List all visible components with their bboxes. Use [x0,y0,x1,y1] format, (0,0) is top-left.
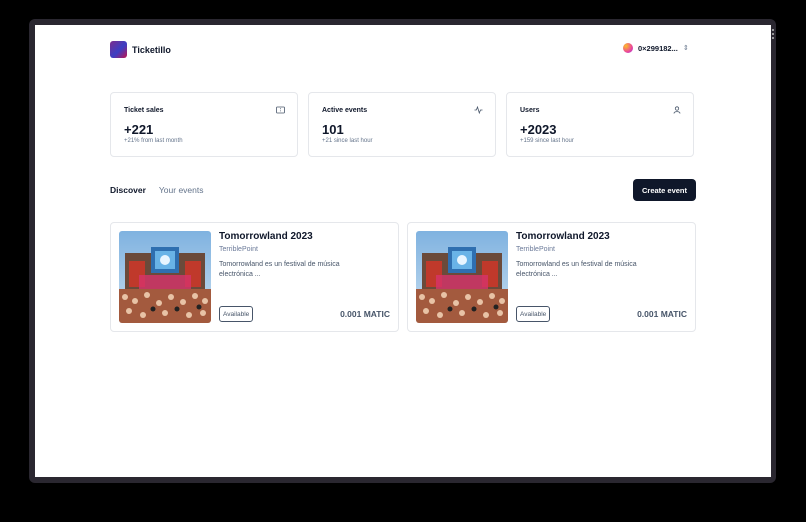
user-icon [673,106,681,116]
stat-value: 101 [322,122,344,137]
event-card[interactable]: Tomorrowland 2023 TerriblePoint Tomorrow… [110,222,399,332]
stat-title: Users [520,107,540,114]
wallet-avatar [623,43,633,53]
event-price: 0.001 MATIC [340,309,390,319]
event-organizer: TerriblePoint [516,246,555,253]
event-title[interactable]: Tomorrowland 2023 [219,231,313,242]
stat-subtext: +159 since last hour [520,138,574,144]
event-description: Tomorrowland es un festival de música el… [219,261,340,278]
stat-card-users: Users +2023 +159 since last hour [506,92,694,157]
stat-title: Ticket sales [124,107,164,114]
event-card[interactable]: Tomorrowland 2023 TerriblePoint Tomorrow… [407,222,696,332]
event-title[interactable]: Tomorrowland 2023 [516,231,610,242]
wallet-selector[interactable]: 0×299182... ⇕ [623,43,689,53]
stat-card-ticket-sales: Ticket sales +221 +21% from last month [110,92,298,157]
stat-subtext: +21 since last hour [322,138,373,144]
status-badge: Available [516,306,551,322]
activity-icon [474,105,483,116]
chevron-up-down-icon: ⇕ [682,45,689,52]
event-tabs: Discover Your events [110,185,204,195]
window-menu-dots [772,29,774,31]
stat-subtext: +21% from last month [124,138,183,144]
status-badge: Available [219,306,254,322]
brand[interactable]: Ticketillo [110,41,171,58]
app-logo [110,41,127,58]
event-image [416,231,508,323]
event-image [119,231,211,323]
event-description: Tomorrowland es un festival de música el… [516,261,637,278]
stat-card-active-events: Active events 101 +21 since last hour [308,92,496,157]
app-screen: Ticketillo 0×299182... ⇕ Ticket sales +2… [35,25,771,477]
wallet-address: 0×299182... [638,43,678,53]
stat-title: Active events [322,107,368,114]
app-name: Ticketillo [132,44,171,55]
ticket-icon [276,106,285,116]
stat-value: +2023 [520,122,557,137]
event-organizer: TerriblePoint [219,246,258,253]
tab-discover[interactable]: Discover [110,185,146,195]
tab-your-events[interactable]: Your events [159,185,204,195]
event-price: 0.001 MATIC [637,309,687,319]
stat-value: +221 [124,122,154,137]
create-event-button[interactable]: Create event [633,179,696,201]
